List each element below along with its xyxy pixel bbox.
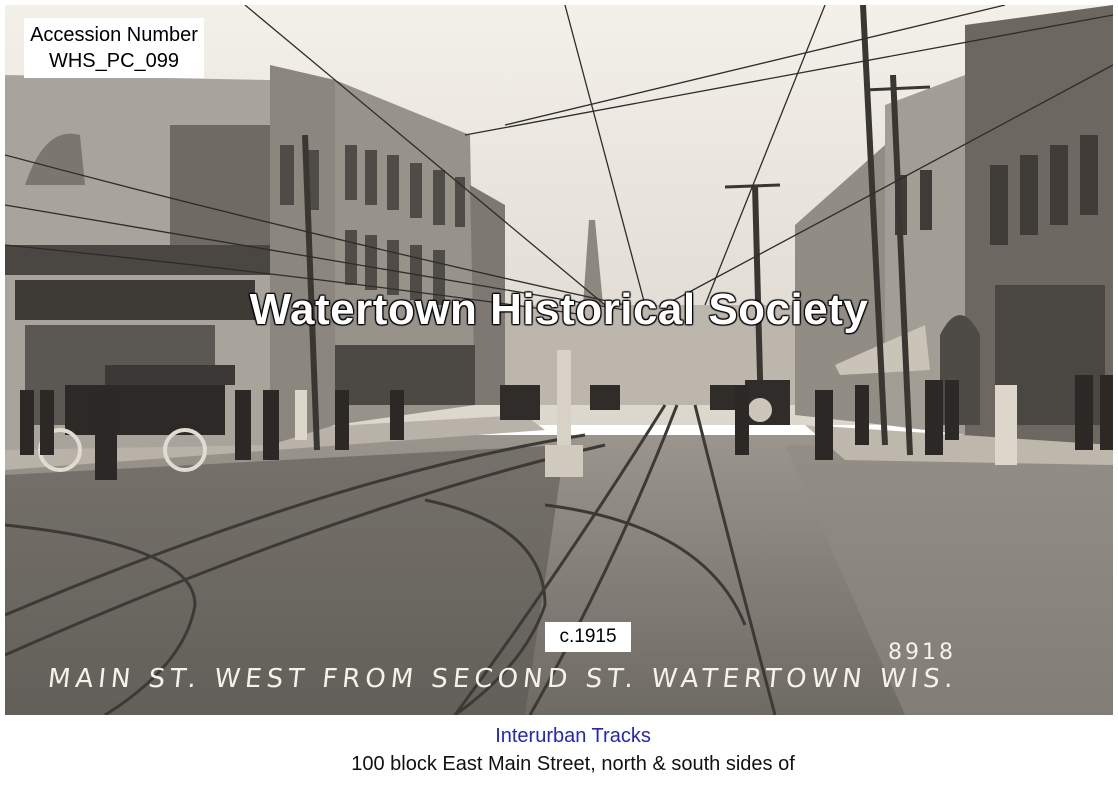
historic-street-photo [5,5,1113,715]
pedestrian [95,390,117,480]
photo-description: 100 block East Main Street, north & sout… [351,753,795,775]
watermark: Watertown Historical Society [249,285,869,334]
accession-title: Accession Number [30,24,198,46]
date-label: c.1915 [545,622,631,652]
subject-title: Interurban Tracks [495,725,651,747]
photo-caption: MAIN ST. WEST FROM SECOND ST. WATERTOWN … [46,664,960,694]
accession-id: WHS_PC_099 [48,50,180,72]
traffic-post [557,350,571,450]
plate-number: 8918 [888,640,956,665]
accession-number-label: Accession Number WHS_PC_099 [24,18,204,78]
